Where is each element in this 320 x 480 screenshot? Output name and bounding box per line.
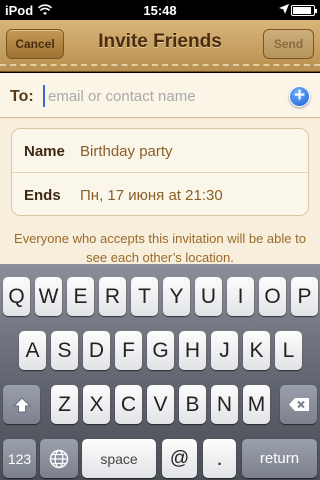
globe-icon [49, 449, 69, 468]
to-label: To: [10, 88, 34, 105]
status-bar: iPod 15:48 [0, 0, 320, 20]
recipient-input[interactable] [43, 85, 278, 107]
name-label: Name [24, 143, 65, 160]
key-d[interactable]: D [83, 331, 110, 370]
globe-key[interactable] [40, 439, 78, 478]
key-v[interactable]: V [147, 385, 174, 424]
key-q[interactable]: Q [3, 277, 30, 316]
ends-label: Ends [24, 187, 61, 204]
key-e[interactable]: E [67, 277, 94, 316]
add-contact-button[interactable]: + [289, 86, 310, 107]
invite-form: To: + Name Birthday party Ends Пн, 17 ию… [0, 73, 320, 272]
shift-arrow-icon [12, 396, 31, 412]
status-time: 15:48 [143, 3, 177, 18]
return-key[interactable]: return [242, 439, 317, 478]
key-h[interactable]: H [179, 331, 206, 370]
backspace-icon [288, 398, 309, 411]
cancel-button[interactable]: Cancel [6, 29, 64, 59]
name-value: Birthday party [80, 143, 173, 160]
navigation-bar: Cancel Invite Friends Send [0, 20, 320, 72]
delete-key[interactable] [280, 385, 317, 424]
ends-value: Пн, 17 июня at 21:30 [80, 187, 223, 204]
name-row[interactable]: Name Birthday party [12, 129, 308, 172]
key-n[interactable]: N [211, 385, 238, 424]
leather-stitching [0, 64, 320, 66]
key-s[interactable]: S [51, 331, 78, 370]
location-sharing-notice: Everyone who accepts this invitation wil… [14, 231, 306, 265]
key-b[interactable]: B [179, 385, 206, 424]
period-key[interactable]: . [203, 439, 236, 478]
key-w[interactable]: W [35, 277, 62, 316]
numbers-key[interactable]: 123 [3, 439, 36, 478]
to-row: To: + [0, 73, 320, 118]
key-g[interactable]: G [147, 331, 174, 370]
key-l[interactable]: L [275, 331, 302, 370]
send-button[interactable]: Send [263, 29, 314, 59]
key-t[interactable]: T [131, 277, 158, 316]
location-arrow-icon [279, 4, 289, 14]
key-j[interactable]: J [211, 331, 238, 370]
key-c[interactable]: C [115, 385, 142, 424]
key-r[interactable]: R [99, 277, 126, 316]
key-p[interactable]: P [291, 277, 318, 316]
page-title: Invite Friends [98, 31, 222, 52]
plus-icon: + [293, 85, 306, 106]
key-f[interactable]: F [115, 331, 142, 370]
space-key[interactable]: space [82, 439, 156, 478]
keyboard: Q W E R T Y U I O P A S D F G H J K L Z … [0, 264, 320, 480]
battery-icon [291, 5, 317, 16]
key-x[interactable]: X [83, 385, 110, 424]
key-z[interactable]: Z [51, 385, 78, 424]
shift-key[interactable] [3, 385, 40, 424]
battery-fill [293, 7, 311, 14]
ends-row[interactable]: Ends Пн, 17 июня at 21:30 [12, 173, 308, 216]
at-key[interactable]: @ [162, 439, 197, 478]
key-y[interactable]: Y [163, 277, 190, 316]
key-m[interactable]: M [243, 385, 270, 424]
key-k[interactable]: K [243, 331, 270, 370]
event-details-card: Name Birthday party Ends Пн, 17 июня at … [11, 128, 309, 216]
key-o[interactable]: O [259, 277, 286, 316]
key-i[interactable]: I [227, 277, 254, 316]
key-a[interactable]: A [19, 331, 46, 370]
key-u[interactable]: U [195, 277, 222, 316]
